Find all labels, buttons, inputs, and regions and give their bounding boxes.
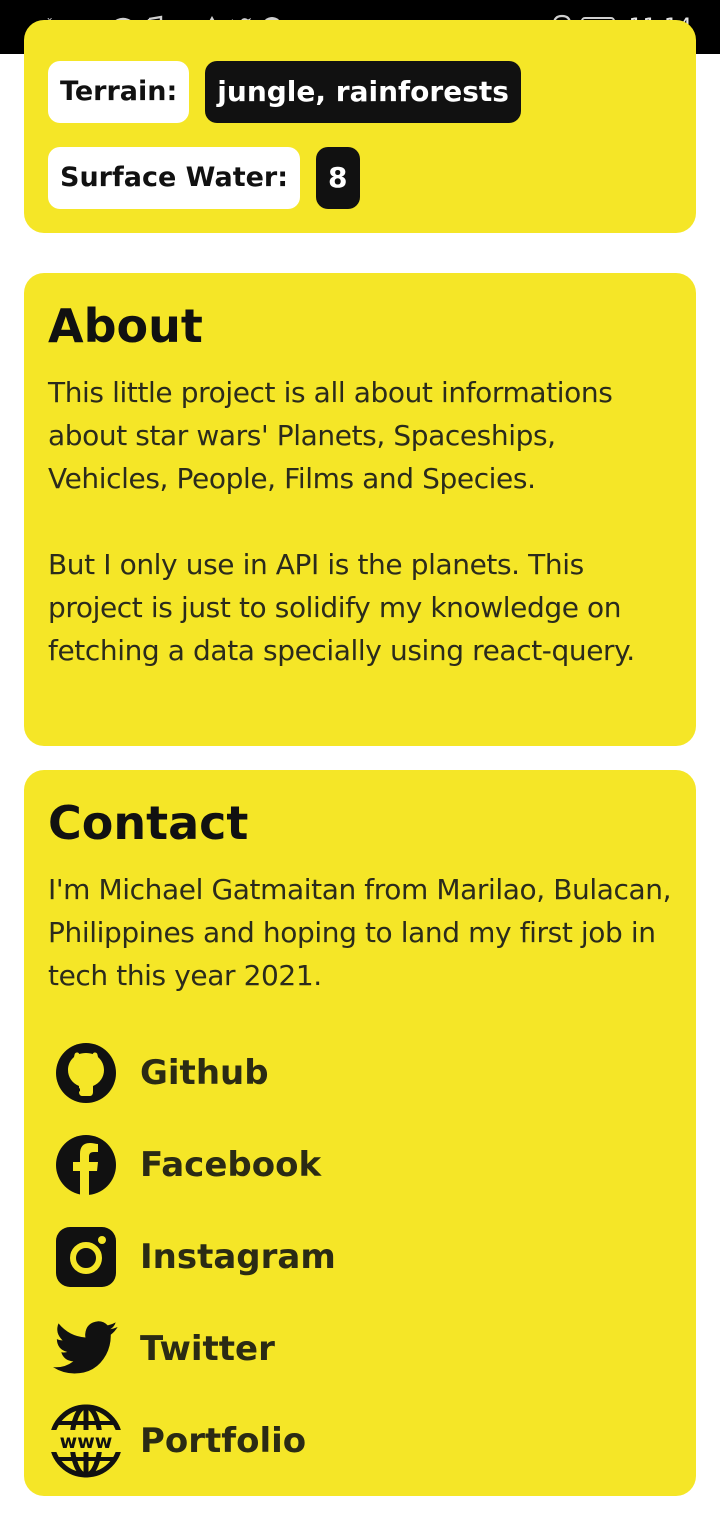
facebook-link[interactable]: Facebook [48,1119,672,1211]
terrain-value: jungle, rainforests [205,61,521,123]
contact-title: Contact [48,796,249,850]
twitter-label: Twitter [140,1329,275,1369]
github-link[interactable]: Github [48,1027,672,1119]
about-paragraph-2: But I only use in API is the planets. Th… [48,548,635,667]
surface-water-value: 8 [316,147,360,209]
globe-www-icon: www [48,1403,124,1479]
surface-water-label: Surface Water: [48,147,301,209]
github-label: Github [140,1053,269,1093]
instagram-link[interactable]: Instagram [48,1211,672,1303]
planet-info-card: Terrain: jungle, rainforests Surface Wat… [24,20,696,233]
terrain-row: Terrain: jungle, rainforests [48,61,521,123]
about-card: About This little project is all about i… [24,273,696,746]
twitter-icon [48,1311,124,1387]
portfolio-link[interactable]: www Portfolio [48,1395,672,1487]
facebook-icon [48,1127,124,1203]
social-links-list: Github Facebook Instagram Twitter www Po… [48,1027,672,1487]
terrain-label: Terrain: [48,61,190,123]
github-icon [48,1035,124,1111]
portfolio-label: Portfolio [140,1421,307,1461]
svg-text:www: www [60,1431,113,1453]
contact-paragraph: I'm Michael Gatmaitan from Marilao, Bula… [48,873,672,992]
instagram-icon [48,1219,124,1295]
contact-card: Contact I'm Michael Gatmaitan from Maril… [24,770,696,1496]
instagram-label: Instagram [140,1237,336,1277]
about-title: About [48,299,203,353]
twitter-link[interactable]: Twitter [48,1303,672,1395]
surface-water-row: Surface Water: 8 [48,147,360,209]
facebook-label: Facebook [140,1145,322,1185]
about-paragraph-1: This little project is all about informa… [48,376,613,495]
